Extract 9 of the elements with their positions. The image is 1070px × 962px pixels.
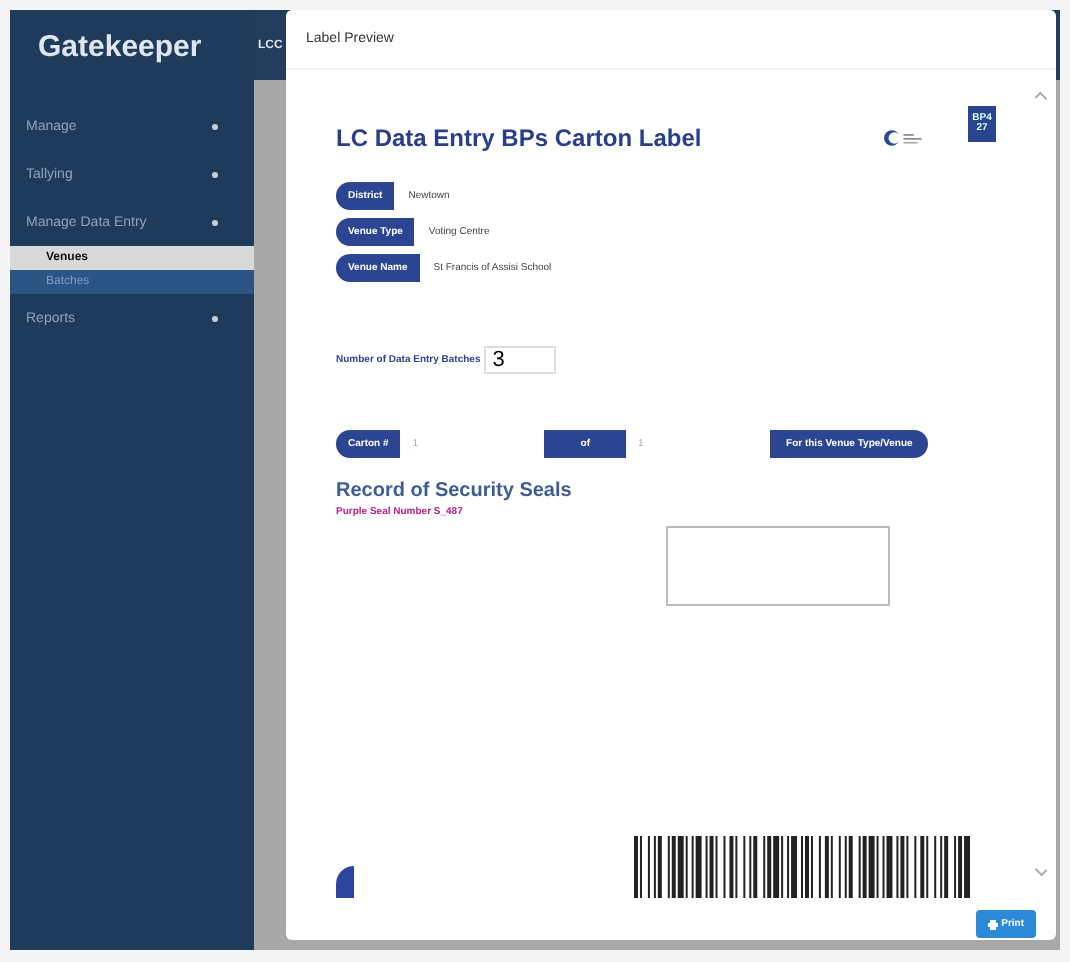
label-heading: LC Data Entry BPs Carton Label (336, 124, 704, 152)
app-title: Gatekeeper (36, 28, 204, 68)
barcode-icon (634, 836, 972, 898)
batches-field[interactable]: 3 (484, 346, 557, 374)
scroll-down-icon[interactable] (1034, 863, 1048, 877)
corner-shape-icon (336, 866, 354, 898)
scroll-up-icon[interactable] (1034, 91, 1048, 105)
section-heading: Record of Security Seals (336, 480, 574, 502)
logo-icon (884, 128, 928, 148)
